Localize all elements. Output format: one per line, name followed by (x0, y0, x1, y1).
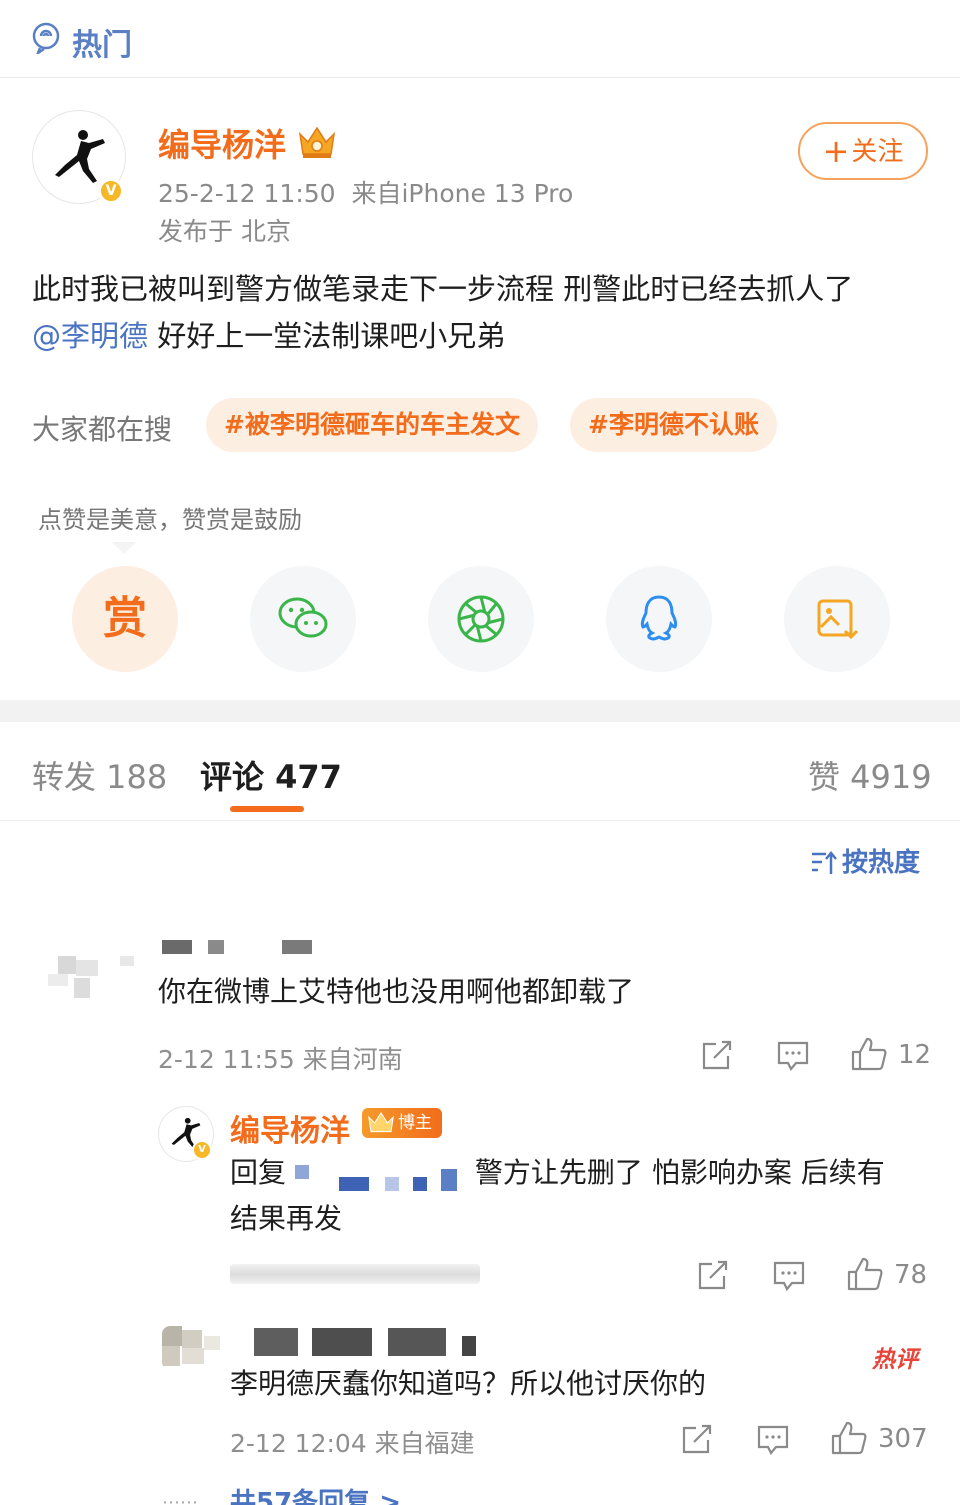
reply-text-line-1: 回复 警方让先删了 怕影响办案 后续有 (230, 1150, 920, 1196)
comment-icon[interactable] (776, 1040, 810, 1072)
reward-tip: 点赞是美意，赞赏是鼓励 (38, 506, 302, 534)
post-text-line-2-rest: 好好上一堂法制课吧小兄弟 (148, 319, 506, 353)
top-bar: 热门 (0, 0, 960, 78)
reply-text-line-2: 结果再发 (230, 1202, 343, 1235)
hot-comment-badge: 热评 (872, 1347, 918, 1373)
post-meta: 25-2-12 11:50 来自iPhone 13 Pro (158, 174, 573, 210)
sort-by-hot-button[interactable]: 按热度 (810, 842, 920, 879)
hot-search-label: 大家都在搜 (32, 413, 173, 446)
blogger-badge: 博主 (362, 1108, 442, 1138)
crown-icon (368, 1112, 394, 1133)
tab-comment[interactable]: 评论 477 (200, 752, 342, 798)
mention-link[interactable]: @李明德 (32, 319, 148, 353)
like-icon[interactable] (846, 1256, 884, 1292)
commenter-name-redacted[interactable] (162, 940, 322, 954)
like-count: 307 (878, 1424, 928, 1454)
reply-body-text: 警方让先删了 怕影响办案 后续有 (474, 1156, 885, 1189)
post-location: 发布于 北京 (158, 217, 291, 246)
comment-meta: 2-12 12:04 来自福建 (230, 1429, 475, 1458)
comment-text: 你在微博上艾特他也没用啊他都卸载了 (158, 975, 635, 1008)
blogger-badge-label: 博主 (398, 1113, 432, 1133)
repost-icon[interactable] (700, 1040, 734, 1072)
crown-icon (298, 126, 336, 158)
like-icon[interactable] (850, 1036, 888, 1072)
hot-search-tag[interactable]: #被李明德砸车的车主发文 (206, 398, 538, 452)
post-text-line-1: 此时我已被叫到警方做笔录走下一步流程 刑警此时已经去抓人了 (32, 272, 854, 306)
share-wechat-button[interactable] (250, 566, 356, 672)
tab-like[interactable]: 赞 4919 (808, 752, 932, 798)
section-divider (0, 700, 960, 722)
reward-button[interactable]: 赏 (72, 566, 178, 672)
tab-repost[interactable]: 转发 188 (32, 752, 167, 798)
wechat-icon (278, 597, 328, 638)
reward-icon: 赏 (103, 593, 147, 644)
like-count: 12 (898, 1040, 932, 1070)
commenter-avatar[interactable] (162, 1326, 222, 1370)
more-replies-link[interactable]: 共57条回复 > (230, 1482, 401, 1505)
post-text-line-2: @李明德 好好上一堂法制课吧小兄弟 (32, 313, 932, 360)
sort-icon (812, 851, 837, 874)
follow-label: 关注 (851, 137, 904, 167)
hot-icon (32, 22, 60, 54)
comment-meta: 2-12 11:55 来自河南 (158, 1045, 403, 1074)
tip-pointer (112, 542, 136, 554)
save-image-icon (817, 599, 859, 640)
reply-text: 回复 警方让先删了 怕影响办案 后续有 结果再发 (230, 1150, 920, 1242)
reply-prefix: 回复 (230, 1156, 287, 1189)
hot-search-tag[interactable]: #李明德不认账 (570, 398, 777, 452)
qq-icon (640, 595, 678, 641)
redacted-username (294, 1165, 475, 1191)
moments-icon (457, 595, 505, 643)
repost-icon[interactable] (680, 1424, 714, 1456)
active-tab-indicator (230, 806, 304, 812)
reply-author-name[interactable]: 编导杨洋 (230, 1106, 350, 1150)
post-source: 来自iPhone 13 Pro (351, 179, 574, 208)
sort-label: 按热度 (842, 848, 921, 878)
plus-icon: + (822, 132, 850, 170)
verified-badge: V (98, 178, 124, 204)
author-name[interactable]: 编导杨洋 (158, 120, 286, 166)
comment-text: 李明德厌蠢你知道吗？所以他讨厌你的 (230, 1367, 707, 1400)
reply-meta-redacted (230, 1264, 480, 1284)
post-body: 此时我已被叫到警方做笔录走下一步流程 刑警此时已经去抓人了 @李明德 好好上一堂… (32, 266, 932, 360)
thread-dots: ⋯⋯ (162, 1492, 198, 1505)
like-icon[interactable] (830, 1420, 868, 1456)
share-qq-button[interactable] (606, 566, 712, 672)
verified-badge: V (192, 1140, 212, 1160)
follow-button[interactable]: +关注 (798, 122, 928, 180)
commenter-name-redacted[interactable] (250, 1328, 480, 1356)
share-moments-button[interactable] (428, 566, 534, 672)
repost-icon[interactable] (696, 1260, 730, 1292)
comment-icon[interactable] (772, 1260, 806, 1292)
comment-icon[interactable] (756, 1424, 790, 1456)
commenter-avatar[interactable] (44, 940, 136, 1004)
tab-border (0, 820, 960, 821)
like-count: 78 (894, 1260, 928, 1290)
post-timestamp: 25-2-12 11:50 (158, 179, 336, 208)
save-image-button[interactable] (784, 566, 890, 672)
hot-tab-label[interactable]: 热门 (72, 20, 132, 64)
